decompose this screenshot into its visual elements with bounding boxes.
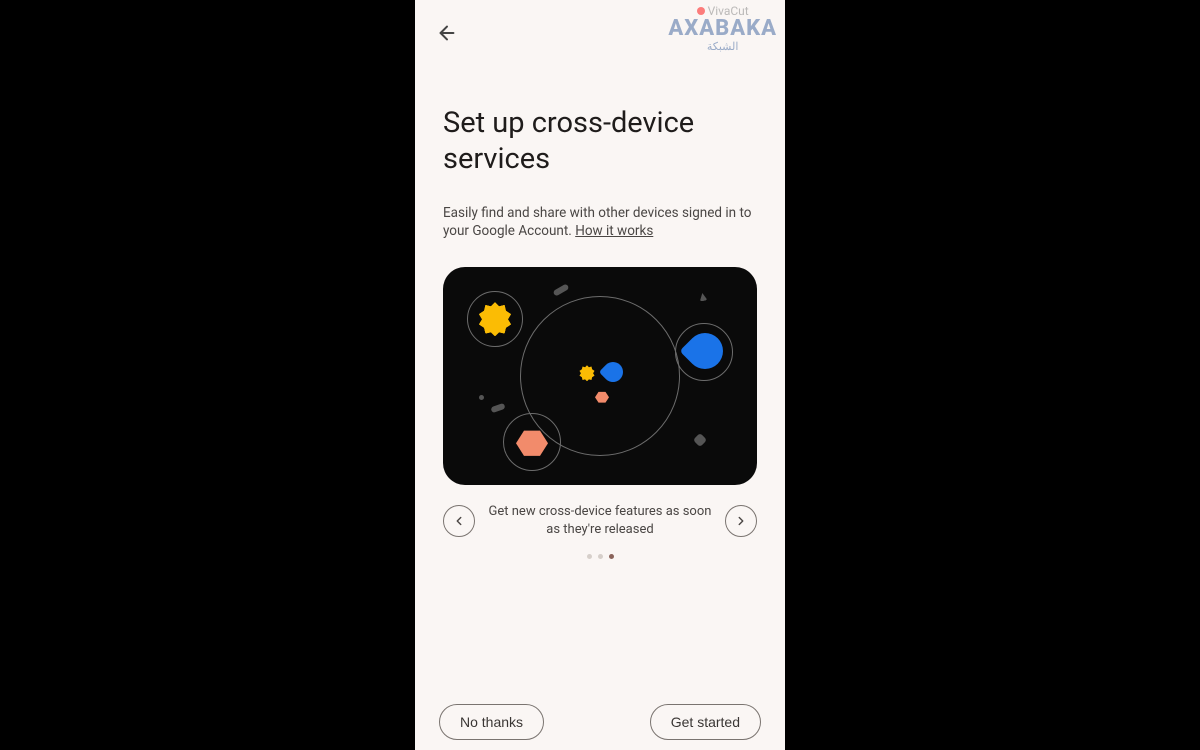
- back-button[interactable]: [433, 19, 461, 47]
- watermark: VivaCut AXABAKA الشبكة: [668, 4, 777, 53]
- page-indicator: [443, 554, 757, 559]
- particle-icon: [479, 395, 484, 400]
- particle-icon: [553, 284, 570, 297]
- carousel-caption: Get new cross-device features as soon as…: [481, 503, 719, 539]
- particle-icon: [698, 293, 707, 302]
- how-it-works-link[interactable]: How it works: [575, 223, 653, 239]
- no-thanks-button[interactable]: No thanks: [439, 704, 544, 740]
- page-title: Set up cross-device services: [443, 105, 757, 178]
- footer-actions: No thanks Get started: [415, 688, 785, 750]
- page-dot-active[interactable]: [609, 554, 614, 559]
- illustration-card: [443, 267, 757, 485]
- watermark-line2: AXABAKA: [668, 18, 777, 40]
- carousel-prev-button[interactable]: [443, 505, 475, 537]
- arrow-left-icon: [436, 22, 458, 44]
- chevron-left-icon: [452, 514, 466, 528]
- carousel-controls: Get new cross-device features as soon as…: [443, 503, 757, 539]
- top-bar: VivaCut AXABAKA الشبكة: [415, 0, 785, 65]
- carousel-next-button[interactable]: [725, 505, 757, 537]
- setup-screen: VivaCut AXABAKA الشبكة Set up cross-devi…: [415, 0, 785, 750]
- particle-icon: [693, 433, 707, 447]
- content-area: Set up cross-device services Easily find…: [415, 65, 785, 688]
- description-text: Easily find and share with other devices…: [443, 204, 757, 242]
- watermark-line3: الشبكة: [707, 40, 739, 53]
- page-dot[interactable]: [587, 554, 592, 559]
- chevron-right-icon: [734, 514, 748, 528]
- page-dot[interactable]: [598, 554, 603, 559]
- particle-icon: [490, 403, 505, 413]
- get-started-button[interactable]: Get started: [650, 704, 761, 740]
